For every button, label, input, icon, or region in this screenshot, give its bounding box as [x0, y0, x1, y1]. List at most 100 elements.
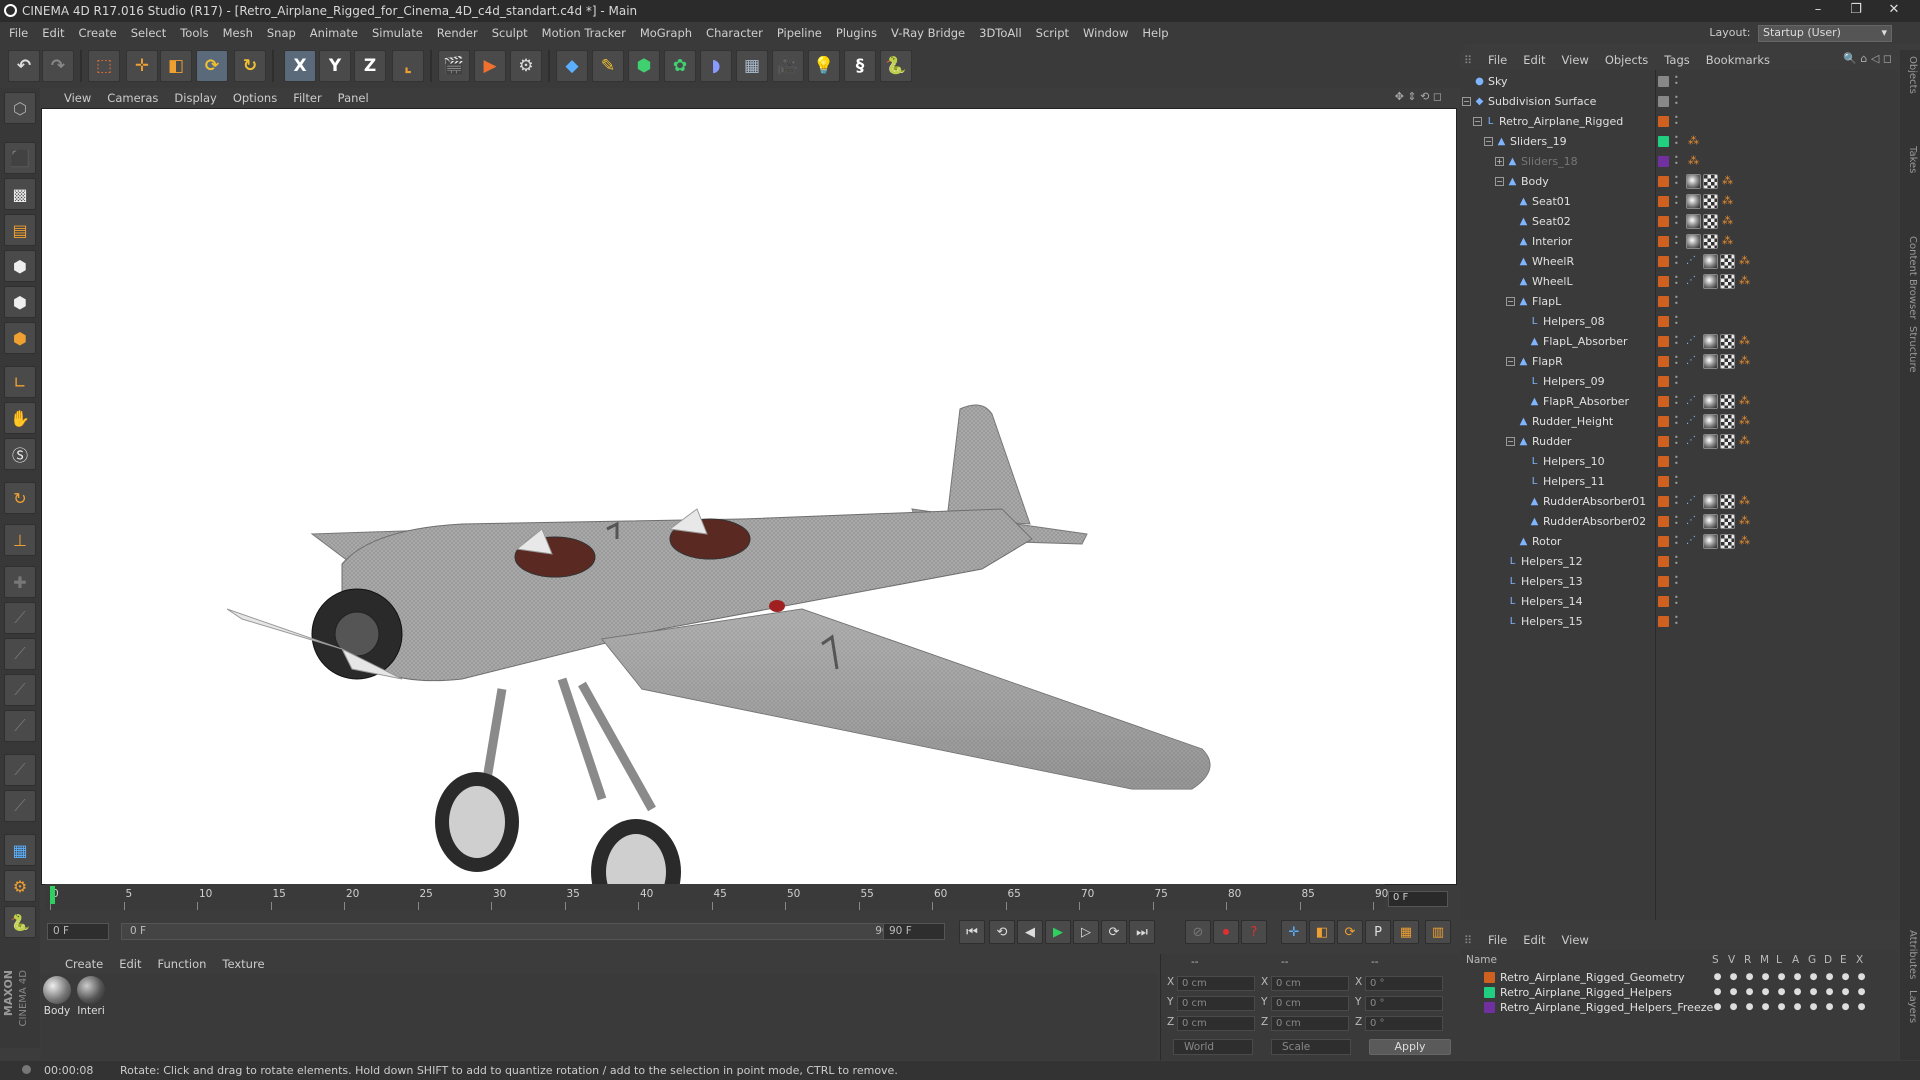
layer-name[interactable]: Retro_Airplane_Rigged_Helpers_Freeze: [1500, 1001, 1713, 1014]
object-row[interactable]: L Helpers_10 • •: [1460, 452, 1898, 472]
minimize-button[interactable]: –: [1800, 2, 1836, 20]
x-axis-lock-button[interactable]: X: [284, 50, 316, 82]
visibility-dots-icon[interactable]: • •: [1674, 594, 1680, 608]
layer-toggle-icon[interactable]: ●: [1840, 1002, 1851, 1013]
object-row[interactable]: − ▲ FlapL • •: [1460, 292, 1898, 312]
key-parameter-icon[interactable]: P: [1365, 920, 1391, 944]
texture-tag-icon[interactable]: [1720, 354, 1735, 369]
xpresso-tag-icon[interactable]: ⁂: [1686, 134, 1701, 149]
coordinate-space-dropdown[interactable]: World: [1173, 1039, 1253, 1055]
menu-item[interactable]: Help: [1135, 22, 1175, 44]
sculpt-flatten-icon[interactable]: ⟋: [4, 674, 36, 706]
material-tag-icon[interactable]: [1686, 214, 1701, 229]
side-tab[interactable]: Layers: [1902, 990, 1918, 1023]
tweak-mode-icon[interactable]: ✋: [4, 402, 36, 434]
position-field[interactable]: 0 cm: [1177, 976, 1255, 991]
object-row[interactable]: ▲ Seat01 • • ⁂: [1460, 192, 1898, 212]
object-name[interactable]: FlapR: [1532, 355, 1563, 368]
viewport-menu-item[interactable]: Options: [225, 88, 285, 105]
object-name[interactable]: Sliders_18: [1521, 155, 1578, 168]
visibility-dots-icon[interactable]: • •: [1674, 214, 1680, 228]
object-row[interactable]: L Helpers_09 • •: [1460, 372, 1898, 392]
visibility-dots-icon[interactable]: • •: [1674, 414, 1680, 428]
texture-tag-icon[interactable]: [1703, 214, 1718, 229]
object-name[interactable]: Helpers_12: [1521, 555, 1583, 568]
layer-toggle-icon[interactable]: ●: [1760, 1002, 1771, 1013]
visibility-dots-icon[interactable]: • •: [1674, 194, 1680, 208]
object-row[interactable]: ▲ WheelL • • ⋰ ⁂: [1460, 272, 1898, 292]
layer-toggle-icon[interactable]: ●: [1824, 1002, 1835, 1013]
xpresso-tag-icon[interactable]: ⁂: [1737, 334, 1752, 349]
layer-toggle-icon[interactable]: ●: [1824, 987, 1835, 998]
side-tab[interactable]: Structure: [1902, 326, 1918, 373]
menu-item[interactable]: Edit: [35, 22, 71, 44]
object-name[interactable]: Seat01: [1532, 195, 1571, 208]
object-row[interactable]: − L Retro_Airplane_Rigged • •: [1460, 112, 1898, 132]
texture-tag-icon[interactable]: [1720, 534, 1735, 549]
constraint-tag-icon[interactable]: ⋰: [1686, 494, 1701, 509]
constraint-tag-icon[interactable]: ⋰: [1686, 514, 1701, 529]
object-name[interactable]: FlapL_Absorber: [1543, 335, 1628, 348]
layer-color-swatch[interactable]: [1658, 256, 1669, 267]
object-name[interactable]: Seat02: [1532, 215, 1571, 228]
tree-fold-icon[interactable]: −: [1473, 117, 1482, 126]
recent-tools-icon[interactable]: ↻: [234, 50, 266, 82]
layer-color-swatch[interactable]: [1658, 116, 1669, 127]
layer-color-swatch[interactable]: [1658, 376, 1669, 387]
constraint-tag-icon[interactable]: ⋰: [1686, 434, 1701, 449]
model-mode-icon[interactable]: ⬛: [4, 142, 36, 174]
go-to-end-icon[interactable]: ⏭: [1129, 920, 1155, 944]
layer-color-swatch[interactable]: [1658, 136, 1669, 147]
visibility-dots-icon[interactable]: • •: [1674, 274, 1680, 288]
layer-toggle-icon[interactable]: ●: [1856, 987, 1867, 998]
xpresso-tag-icon[interactable]: ⁂: [1720, 194, 1735, 209]
layer-column-header[interactable]: E: [1840, 954, 1847, 966]
menu-item[interactable]: Sculpt: [485, 22, 535, 44]
layer-toggle-icon[interactable]: ●: [1712, 1002, 1723, 1013]
constraint-tag-icon[interactable]: ⋰: [1686, 274, 1701, 289]
camera-icon[interactable]: 🎥: [772, 50, 804, 82]
cloner-icon[interactable]: ✿: [664, 50, 696, 82]
edit-render-settings-icon[interactable]: ⚙: [510, 50, 542, 82]
object-row[interactable]: ● Sky • •: [1460, 72, 1898, 92]
material-menu-item[interactable]: Texture: [214, 954, 272, 971]
layer-menu-item[interactable]: File: [1480, 930, 1515, 947]
layer-toggle-icon[interactable]: ●: [1792, 972, 1803, 983]
size-field[interactable]: 0 cm: [1271, 996, 1349, 1011]
tree-fold-icon[interactable]: +: [1495, 157, 1504, 166]
texture-tag-icon[interactable]: [1720, 414, 1735, 429]
texture-tag-icon[interactable]: [1720, 394, 1735, 409]
object-row[interactable]: ▲ Seat02 • • ⁂: [1460, 212, 1898, 232]
key-pla-icon[interactable]: ▦: [1393, 920, 1419, 944]
texture-tag-icon[interactable]: [1703, 174, 1718, 189]
material-tag-icon[interactable]: [1703, 254, 1718, 269]
3d-viewport[interactable]: [41, 108, 1457, 925]
texture-tag-icon[interactable]: [1720, 434, 1735, 449]
play-forward-icon[interactable]: ▶: [1045, 920, 1071, 944]
light-icon[interactable]: 💡: [808, 50, 840, 82]
material-tag-icon[interactable]: [1703, 274, 1718, 289]
workplane-icon[interactable]: ⊥: [4, 524, 36, 556]
object-row[interactable]: L Helpers_12 • •: [1460, 552, 1898, 572]
layer-color-swatch[interactable]: [1658, 236, 1669, 247]
layer-column-header[interactable]: R: [1744, 954, 1751, 966]
render-view-icon[interactable]: 🎬: [438, 50, 470, 82]
menu-item[interactable]: V-Ray Bridge: [884, 22, 972, 44]
layer-color-swatch[interactable]: [1658, 216, 1669, 227]
render-to-picture-viewer-icon[interactable]: ▶: [474, 50, 506, 82]
layer-color-swatch[interactable]: [1658, 76, 1669, 87]
constraint-tag-icon[interactable]: ⋰: [1686, 354, 1701, 369]
layer-color-swatch[interactable]: [1658, 596, 1669, 607]
layer-color-swatch[interactable]: [1658, 616, 1669, 627]
object-menu-item[interactable]: Tags: [1656, 50, 1697, 67]
visibility-dots-icon[interactable]: • •: [1674, 234, 1680, 248]
layer-color-swatch[interactable]: [1658, 336, 1669, 347]
object-name[interactable]: Helpers_11: [1543, 475, 1605, 488]
object-row[interactable]: L Helpers_08 • •: [1460, 312, 1898, 332]
layer-toggle-icon[interactable]: ●: [1712, 972, 1723, 983]
redo-icon[interactable]: ↷: [42, 50, 74, 82]
object-name[interactable]: Helpers_08: [1543, 315, 1605, 328]
object-name[interactable]: Rotor: [1532, 535, 1561, 548]
constraint-tag-icon[interactable]: ⋰: [1686, 394, 1701, 409]
tree-fold-icon[interactable]: −: [1506, 357, 1515, 366]
